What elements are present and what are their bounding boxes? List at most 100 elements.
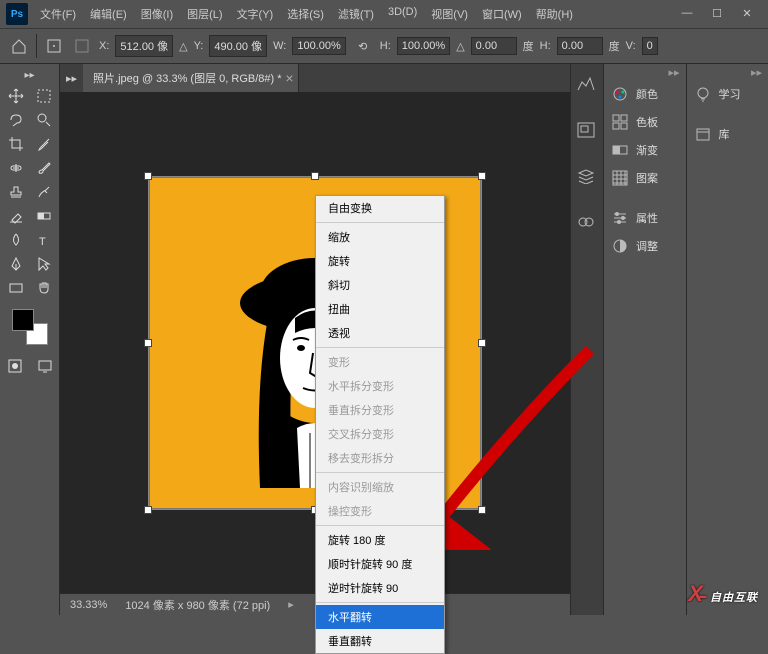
x-field[interactable]: 512.00 像 <box>115 35 173 57</box>
layers-icon[interactable] <box>577 168 597 186</box>
gradient-tool[interactable] <box>31 205 57 227</box>
home-icon[interactable] <box>8 35 30 57</box>
menu-layer[interactable]: 图层(L) <box>181 2 228 26</box>
handle-tr[interactable] <box>478 172 486 180</box>
cm-rotate[interactable]: 旋转 <box>316 249 444 273</box>
handle-r[interactable] <box>478 339 486 347</box>
stamp-tool[interactable] <box>3 181 29 203</box>
cm-rotate-cw-90[interactable]: 顺时针旋转 90 度 <box>316 552 444 576</box>
navigator-icon[interactable] <box>577 122 597 140</box>
panel-collapse-icon[interactable]: ▸▸ <box>604 64 686 80</box>
transform-ref-icon[interactable] <box>43 35 65 57</box>
hand-tool[interactable] <box>31 277 57 299</box>
channels-icon[interactable] <box>577 214 597 232</box>
context-menu[interactable]: 自由变换 缩放 旋转 斜切 扭曲 透视 变形 水平拆分变形 垂直拆分变形 交叉拆… <box>315 195 445 654</box>
menu-select[interactable]: 选择(S) <box>281 2 330 26</box>
menu-help[interactable]: 帮助(H) <box>530 2 579 26</box>
cm-perspective[interactable]: 透视 <box>316 321 444 345</box>
crop-tool[interactable] <box>3 133 29 155</box>
screen-mode-tool[interactable] <box>32 355 58 377</box>
status-arrow-icon[interactable]: ▸ <box>288 598 294 611</box>
minimize-button[interactable]: — <box>678 7 696 21</box>
skew-v-label: V: <box>626 40 636 52</box>
tab-expand-icon[interactable]: ▸▸ <box>60 72 83 85</box>
document-tab[interactable]: 照片.jpeg @ 33.3% (图层 0, RGB/8#) * × <box>83 64 298 92</box>
cm-rotate-180[interactable]: 旋转 180 度 <box>316 528 444 552</box>
maximize-button[interactable]: ☐ <box>708 7 726 21</box>
panel-collapse-icon[interactable]: ▸▸ <box>687 64 768 80</box>
history-brush-tool[interactable] <box>31 181 57 203</box>
menu-filter[interactable]: 滤镜(T) <box>332 2 380 26</box>
bulb-icon <box>695 86 711 102</box>
menu-type[interactable]: 文字(Y) <box>231 2 280 26</box>
link-icon[interactable]: ⟲ <box>352 35 374 57</box>
eyedropper-tool[interactable] <box>31 133 57 155</box>
color-swatches[interactable] <box>12 309 48 345</box>
menu-window[interactable]: 窗口(W) <box>476 2 528 26</box>
swatch-foreground[interactable] <box>12 309 34 331</box>
w-field[interactable]: 100.00% <box>292 37 345 55</box>
status-zoom[interactable]: 33.33% <box>70 599 107 611</box>
right-panels: ▸▸ 颜色 色板 渐变 图案 属性 调整 ▸▸ 学习 库 <box>570 64 768 615</box>
tab-title: 照片.jpeg @ 33.3% (图层 0, RGB/8#) * <box>93 70 281 86</box>
tab-close-icon[interactable]: × <box>285 70 293 86</box>
close-button[interactable]: ✕ <box>738 7 756 21</box>
handle-t[interactable] <box>311 172 319 180</box>
lasso-tool[interactable] <box>3 109 29 131</box>
cm-scale[interactable]: 缩放 <box>316 225 444 249</box>
library-icon <box>695 126 711 142</box>
histogram-icon[interactable] <box>577 76 597 94</box>
move-tool[interactable] <box>3 85 29 107</box>
brush-tool[interactable] <box>31 157 57 179</box>
handle-l[interactable] <box>144 339 152 347</box>
h-label: H: <box>380 40 391 52</box>
panel-pattern[interactable]: 图案 <box>604 164 686 192</box>
panel-color[interactable]: 颜色 <box>604 80 686 108</box>
handle-br[interactable] <box>478 506 486 514</box>
panel-adjustments[interactable]: 调整 <box>604 232 686 260</box>
skew-h-field[interactable]: 0.00 <box>557 37 603 55</box>
marquee-tool[interactable] <box>31 85 57 107</box>
cm-skew[interactable]: 斜切 <box>316 273 444 297</box>
eraser-tool[interactable] <box>3 205 29 227</box>
panel-swatches[interactable]: 色板 <box>604 108 686 136</box>
cm-flip-vertical[interactable]: 垂直翻转 <box>316 629 444 653</box>
panel-iconbar <box>571 64 603 615</box>
menu-separator <box>316 472 444 473</box>
toolbox: ▸▸ T <box>0 64 60 615</box>
handle-tl[interactable] <box>144 172 152 180</box>
menu-image[interactable]: 图像(I) <box>135 2 179 26</box>
type-tool[interactable]: T <box>31 229 57 251</box>
rectangle-tool[interactable] <box>3 277 29 299</box>
quickselect-tool[interactable] <box>31 109 57 131</box>
cm-distort[interactable]: 扭曲 <box>316 297 444 321</box>
checkbox-icon[interactable] <box>71 35 93 57</box>
handle-bl[interactable] <box>144 506 152 514</box>
triangle-icon[interactable]: △ <box>179 40 187 53</box>
skew-v-field[interactable]: 0 <box>642 37 658 55</box>
menu-edit[interactable]: 编辑(E) <box>84 2 133 26</box>
angle-field[interactable]: 0.00 <box>471 37 517 55</box>
cm-rotate-ccw-90[interactable]: 逆时针旋转 90 <box>316 576 444 600</box>
healing-tool[interactable] <box>3 157 29 179</box>
panel-library[interactable]: 库 <box>687 120 768 148</box>
cm-free-transform[interactable]: 自由变换 <box>316 196 444 220</box>
path-select-tool[interactable] <box>31 253 57 275</box>
panel-learn[interactable]: 学习 <box>687 80 768 108</box>
options-bar: X: 512.00 像 △ Y: 490.00 像 W: 100.00% ⟲ H… <box>0 28 768 64</box>
menu-3d[interactable]: 3D(D) <box>382 2 423 26</box>
w-label: W: <box>273 40 286 52</box>
menu-file[interactable]: 文件(F) <box>34 2 82 26</box>
watermark: X̵ 自由互联 <box>688 581 758 607</box>
quick-mask-tool[interactable] <box>2 355 28 377</box>
blur-tool[interactable] <box>3 229 29 251</box>
cm-flip-horizontal[interactable]: 水平翻转 <box>316 605 444 629</box>
h-field[interactable]: 100.00% <box>397 37 450 55</box>
menubar: 文件(F) 编辑(E) 图像(I) 图层(L) 文字(Y) 选择(S) 滤镜(T… <box>34 2 678 26</box>
menu-view[interactable]: 视图(V) <box>425 2 474 26</box>
y-field[interactable]: 490.00 像 <box>209 35 267 57</box>
toolbox-collapse-icon[interactable]: ▸▸ <box>22 68 36 83</box>
pen-tool[interactable] <box>3 253 29 275</box>
panel-gradient[interactable]: 渐变 <box>604 136 686 164</box>
panel-properties[interactable]: 属性 <box>604 204 686 232</box>
